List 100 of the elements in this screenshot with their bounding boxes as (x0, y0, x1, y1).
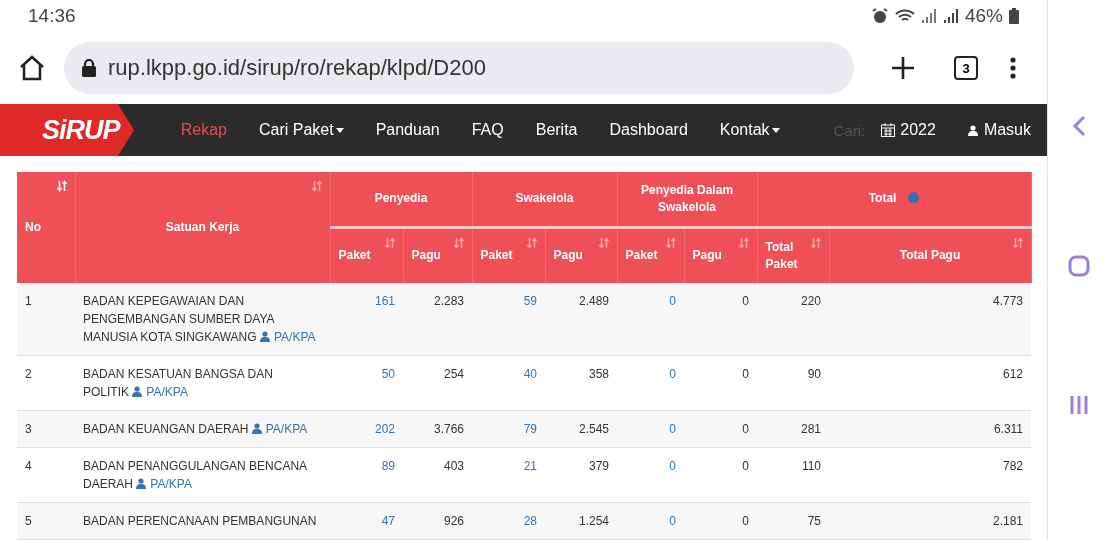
table-cell: 3.766 (403, 410, 472, 448)
chevron-left-icon[interactable] (1072, 115, 1086, 137)
table-cell: 612 (829, 355, 1032, 411)
menu-icon[interactable] (1069, 395, 1089, 415)
table-cell: 782 (829, 447, 1032, 503)
table-cell: 6.311 (829, 410, 1032, 448)
site-logo[interactable]: SiRUP (0, 104, 134, 156)
battery-icon (1009, 8, 1019, 25)
sort-icon[interactable] (665, 236, 676, 249)
battery-percent: 46% (964, 5, 1003, 28)
row-number: 4 (17, 447, 75, 503)
table-cell: 0 (684, 283, 758, 356)
unit-name: BADAN KEPEGAWAIAN DAN PENGEMBANGAN SUMBER DAYA MANUSIA KOTA SINGKAWANG PA/KPA (75, 283, 330, 356)
table-cell: 2.283 (403, 283, 472, 356)
sort-icon[interactable] (1012, 236, 1023, 249)
table-cell: 403 (403, 447, 472, 503)
nav-link[interactable]: Dashboard (593, 121, 704, 139)
role-link[interactable]: PA/KPA (251, 422, 308, 436)
group-header: Penyedia (330, 172, 472, 227)
count-link[interactable]: 0 (617, 283, 684, 356)
count-link[interactable]: 40 (472, 355, 545, 411)
table-cell: 2.489 (545, 283, 617, 356)
column-header[interactable]: No (17, 172, 75, 283)
count-link[interactable]: 79 (472, 410, 545, 448)
user-icon (259, 331, 270, 342)
count-link[interactable]: 50 (330, 355, 403, 411)
unit-name: BADAN PERENCANAAN PEMBANGUNAN (75, 502, 330, 540)
table-cell: 281 (757, 410, 830, 448)
user-icon (132, 386, 143, 397)
table-cell: 2.545 (545, 410, 617, 448)
count-link[interactable]: 89 (330, 447, 403, 503)
count-link[interactable]: 0 (617, 355, 684, 411)
row-number: 3 (17, 410, 75, 448)
unit-name: BADAN KEUANGAN DAERAH PA/KPA (75, 410, 330, 448)
unit-name: BADAN PENANGGULANGAN BENCANA DAERAH PA/KPA (75, 447, 330, 503)
sort-icon[interactable] (526, 236, 537, 249)
tab-count-button[interactable]: 3 (954, 56, 978, 81)
nav-link[interactable]: FAQ (455, 121, 520, 139)
group-header: Penyedia Dalam Swakelola (617, 172, 758, 227)
group-header: Total (757, 172, 1032, 227)
status-time: 14:36 (28, 5, 76, 28)
address-bar[interactable]: rup.lkpp.go.id/sirup/ro/rekap/klpd/D200 (64, 42, 854, 95)
home-icon[interactable] (18, 55, 46, 82)
row-number: 2 (17, 355, 75, 411)
role-link[interactable]: PA/KPA (136, 477, 192, 491)
unit-name: BADAN KESATUAN BANGSA DAN POLITIK PA/KPA (75, 355, 330, 411)
count-link[interactable]: 161 (330, 283, 403, 356)
row-number: 5 (17, 502, 75, 540)
count-link[interactable]: 202 (330, 410, 403, 448)
count-link[interactable]: 28 (472, 502, 545, 540)
sort-icon[interactable] (384, 236, 395, 249)
calendar-icon (881, 123, 896, 137)
table-cell: 2.181 (829, 502, 1032, 540)
role-link[interactable]: PA/KPA (259, 330, 316, 344)
count-link[interactable]: 0 (617, 502, 684, 540)
column-header[interactable]: Total Paket (757, 227, 830, 283)
nav-link[interactable]: Kontak (703, 121, 796, 139)
help-icon[interactable] (908, 192, 920, 204)
user-icon (967, 124, 978, 136)
table-cell: 0 (684, 502, 758, 540)
count-link[interactable]: 47 (330, 502, 403, 540)
column-header[interactable]: Paket (330, 227, 403, 283)
table-cell: 4.773 (829, 283, 1032, 356)
table-cell: 0 (684, 447, 758, 503)
column-header[interactable]: Pagu (545, 227, 617, 283)
sort-icon[interactable] (810, 236, 821, 249)
user-icon (251, 423, 262, 434)
nav-link[interactable]: Berita (519, 121, 594, 139)
caret-icon (771, 127, 780, 133)
count-link[interactable]: 0 (617, 410, 684, 448)
count-link[interactable]: 0 (617, 447, 684, 503)
role-link[interactable]: PA/KPA (132, 385, 188, 399)
table-cell: 358 (545, 355, 617, 411)
sort-icon[interactable] (598, 236, 609, 249)
alarm-icon (870, 7, 889, 26)
column-header[interactable]: Pagu (403, 227, 472, 283)
plus-icon[interactable] (892, 57, 914, 80)
year-link[interactable]: 2022 (865, 121, 952, 139)
column-header[interactable]: Paket (617, 227, 684, 283)
row-number: 1 (17, 283, 75, 356)
lock-icon (82, 59, 96, 78)
count-link[interactable]: 21 (472, 447, 545, 503)
column-header[interactable]: Pagu (684, 227, 758, 283)
sort-icon[interactable] (738, 236, 749, 249)
column-header[interactable]: Paket (472, 227, 545, 283)
nav-link[interactable]: Rekap (164, 121, 243, 139)
sort-icon[interactable] (453, 236, 464, 249)
login-link[interactable]: Masuk (951, 121, 1047, 139)
count-link[interactable]: 59 (472, 283, 545, 356)
table-cell: 110 (757, 447, 830, 503)
table-cell: 926 (403, 502, 472, 540)
nav-link[interactable]: Cari Paket (242, 121, 360, 139)
sort-icon[interactable] (311, 180, 322, 192)
column-header[interactable]: Satuan Kerja (75, 172, 330, 283)
nav-link[interactable]: Panduan (359, 121, 456, 139)
more-icon[interactable] (1010, 57, 1016, 80)
user-icon (136, 478, 147, 489)
caret-icon (335, 127, 344, 133)
column-header[interactable]: Total Pagu (829, 227, 1032, 283)
square-icon[interactable] (1068, 255, 1090, 277)
